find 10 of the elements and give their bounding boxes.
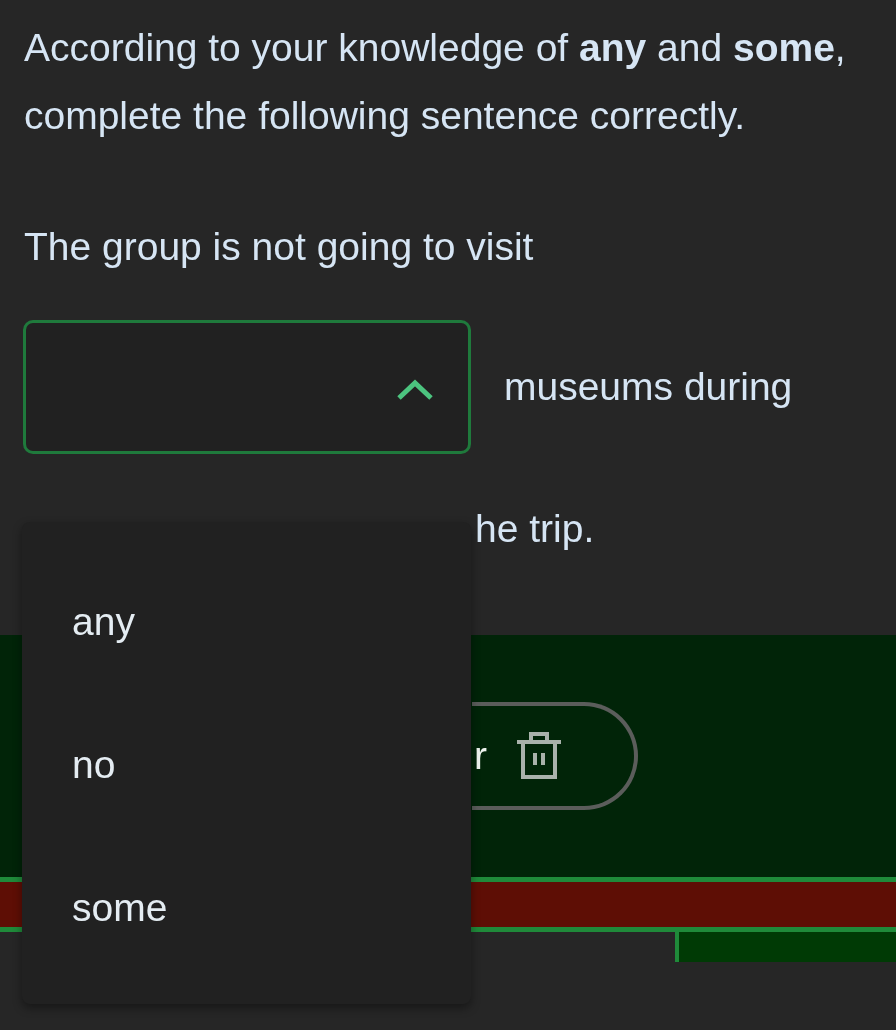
sentence-text: museums during — [504, 364, 793, 410]
trash-icon — [515, 731, 563, 781]
dropdown-option[interactable]: any — [22, 550, 471, 693]
dropdown-option[interactable]: some — [22, 836, 471, 979]
dropdown-option[interactable]: no — [22, 693, 471, 836]
answer-select[interactable] — [23, 320, 471, 454]
sentence-text: The group is not going to visit — [24, 224, 534, 270]
sentence-text: he trip. — [475, 506, 595, 552]
caret-icon — [396, 379, 434, 401]
question-prompt: According to your knowledge of any and some, complete the following sentence correctly. — [24, 25, 847, 139]
